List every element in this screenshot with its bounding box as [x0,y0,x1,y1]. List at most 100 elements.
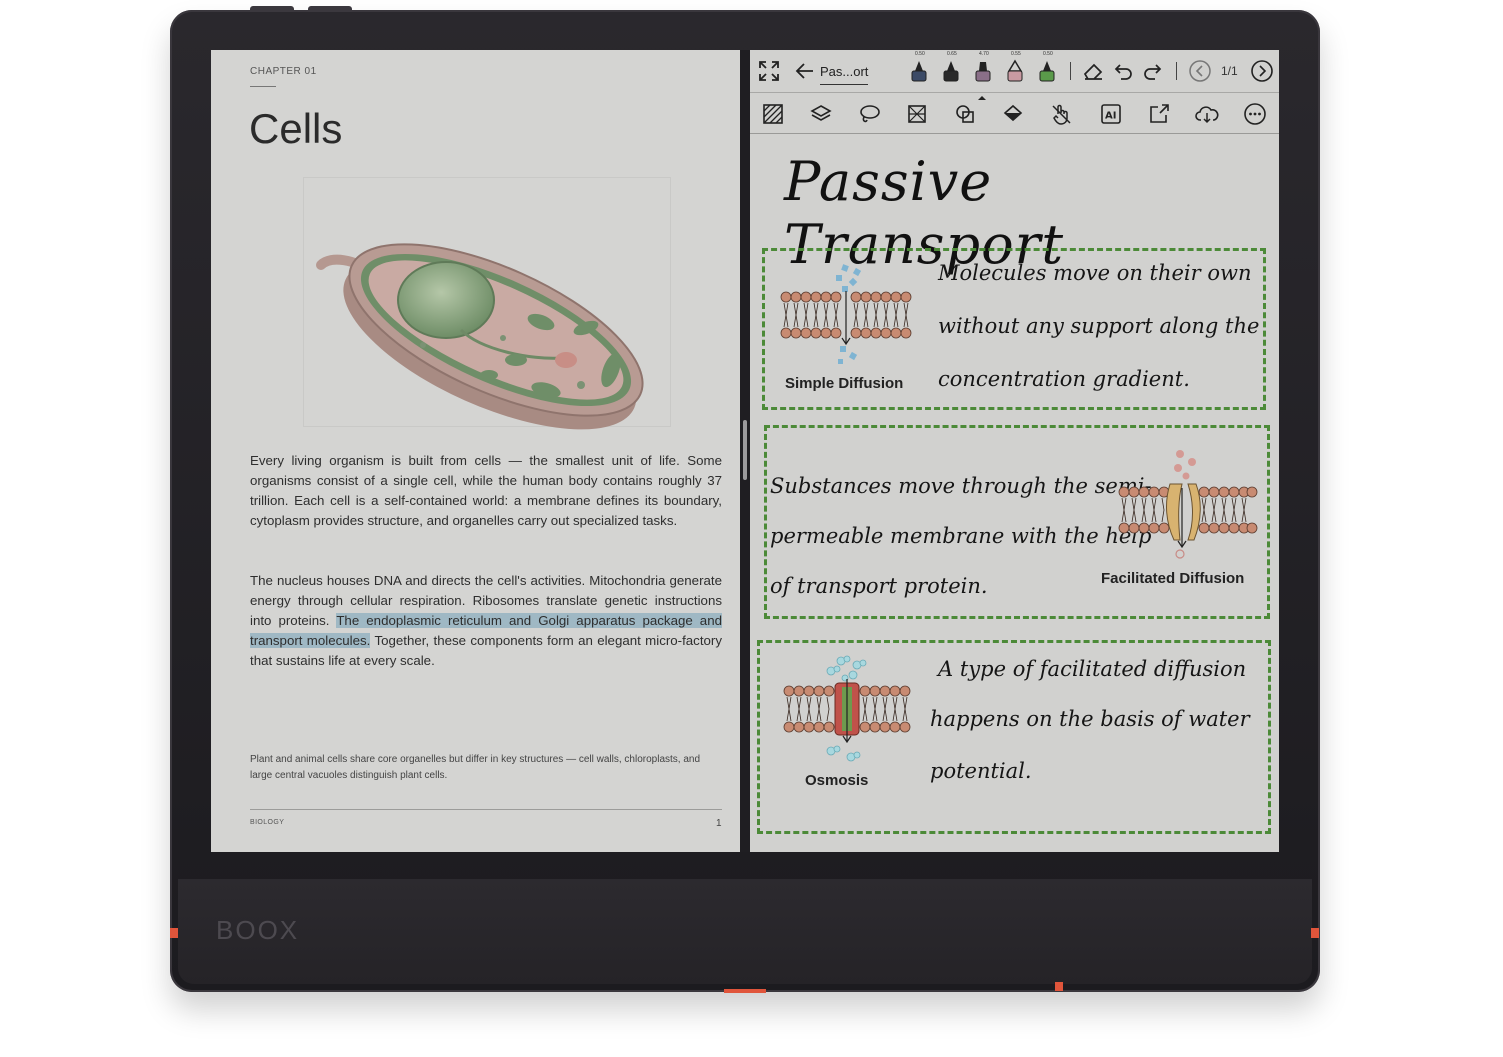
pattern-button[interactable] [758,99,788,129]
label-facilitated-diffusion: Facilitated Diffusion [1101,570,1245,587]
notes-page[interactable]: Pas...ort 0.50 0.65 4.70 0.55 0.50 1/1 A… [750,50,1279,852]
prev-page-icon [1189,60,1211,82]
highlighter-tool[interactable] [1032,57,1062,87]
undo-icon [1114,64,1132,80]
cloud-sync-button[interactable] [1192,99,1222,129]
page-counter: 1/1 [1221,64,1238,78]
svg-text:AI: AI [1105,111,1116,122]
membrane-heads [1118,486,1258,534]
expand-button[interactable] [754,56,784,86]
toolbar-separator-1 [1070,62,1071,80]
more-button[interactable] [1240,99,1270,129]
redo-button[interactable] [1138,56,1168,86]
split-divider[interactable] [740,50,750,852]
layers-button[interactable] [806,99,836,129]
marker-icon [975,62,991,82]
device-chin: BOOX [178,879,1312,984]
pencil-tool[interactable] [1000,57,1030,87]
paragraph-1[interactable]: Every living organism is built from cell… [250,451,722,531]
brand-logo: BOOX [216,915,300,945]
crop-icon [908,105,926,123]
transport-protein-right [1187,483,1201,541]
touch-button[interactable] [1046,99,1076,129]
note-line-2-1[interactable]: Substances move through the semi- [770,460,1152,513]
ribosome-2 [500,335,506,341]
toolbar-separator-2 [1176,62,1177,80]
chapter-rule [250,86,276,87]
note-line-1-1[interactable]: Molecules move on their own [938,247,1252,300]
marker-tool[interactable] [968,57,998,87]
notes-toolbar-top: Pas...ort 0.50 0.65 4.70 0.55 0.50 1/1 [750,50,1279,100]
fountain-pen-tool[interactable] [904,57,934,87]
note-line-1-2[interactable]: without any support along the [938,300,1259,353]
layers-icon [810,105,832,121]
document-name[interactable]: Pas...ort [820,64,868,79]
divider-handle[interactable] [743,420,747,480]
ballpoint-pen-tool[interactable] [936,57,966,87]
footnote: Plant and animal cells share core organe… [250,754,701,781]
shapes-button[interactable] [950,99,980,129]
pattern-icon [763,104,783,124]
accent-mark-bottom [724,989,766,993]
eraser-icon [1083,63,1103,80]
footer-label: BIOLOGY [250,819,285,826]
membrane-tails [1121,497,1247,523]
mitochondrion-3 [505,354,527,366]
touch-icon [1052,104,1071,125]
share-button[interactable] [1144,99,1174,129]
crop-button[interactable] [902,99,932,129]
page-title: Cells [249,105,343,152]
back-arrow-icon [795,63,813,79]
more-icon [1244,103,1266,125]
footer-rule [250,809,722,810]
cell-body [343,243,644,430]
note-line-2-2[interactable]: permeable membrane with the help [770,510,1151,563]
label-simple-diffusion: Simple Diffusion [785,375,904,392]
ai-icon: AI [1101,104,1121,124]
accent-mark-bottom-right [1055,982,1063,991]
toolbar-divider [750,92,1279,93]
fountain-pen-icon [911,61,927,82]
pencil-icon [1007,59,1023,82]
ai-button[interactable]: AI [1096,99,1126,129]
fill-icon [1003,104,1023,122]
diffusion-arrow [841,291,851,346]
simple-diffusion-diagram [780,264,912,364]
chapter-label: CHAPTER 01 [250,66,317,77]
transport-protein-left [1166,483,1183,541]
accent-mark-left [170,928,178,938]
mitochondrion-4 [480,370,498,380]
lasso-icon [860,105,880,123]
volume-button[interactable] [308,6,352,12]
highlighter-icon [1039,61,1055,82]
cell-illustration [316,243,644,430]
reader-page[interactable]: CHAPTER 01 Cells Every living organism i… [211,50,740,852]
selected-pen-indicator [978,87,986,100]
lasso-button[interactable] [854,99,884,129]
power-button[interactable] [250,6,294,12]
document-name-underline [820,84,868,85]
note-line-3-2[interactable]: happens on the basis of water [930,693,1250,746]
note-line-3-1[interactable]: A type of facilitated diffusion [938,643,1246,696]
cloud-sync-icon [1195,106,1219,124]
redo-icon [1144,64,1162,80]
next-page-icon [1251,60,1273,82]
back-button[interactable] [790,56,820,86]
diffusing-molecules [836,264,862,364]
osmosis-diagram [783,655,911,762]
eraser-button[interactable] [1078,56,1108,86]
note-line-2-3[interactable]: of transport protein. [770,560,988,613]
paragraph-2[interactable]: The nucleus houses DNA and directs the c… [250,571,722,671]
accent-mark-right [1311,928,1319,938]
page-number: 1 [716,818,722,829]
notes-toolbar-tools: AI [750,94,1279,134]
note-line-3-3[interactable]: potential. [930,745,1032,798]
undo-button[interactable] [1108,56,1138,86]
facilitated-diffusion-diagram [1118,450,1258,559]
prev-page-button[interactable] [1185,56,1215,86]
note-line-1-3[interactable]: concentration gradient. [938,353,1190,406]
next-page-button[interactable] [1247,56,1277,86]
nucleus [397,261,495,339]
vesicle [555,352,577,368]
fill-button[interactable] [998,99,1028,129]
